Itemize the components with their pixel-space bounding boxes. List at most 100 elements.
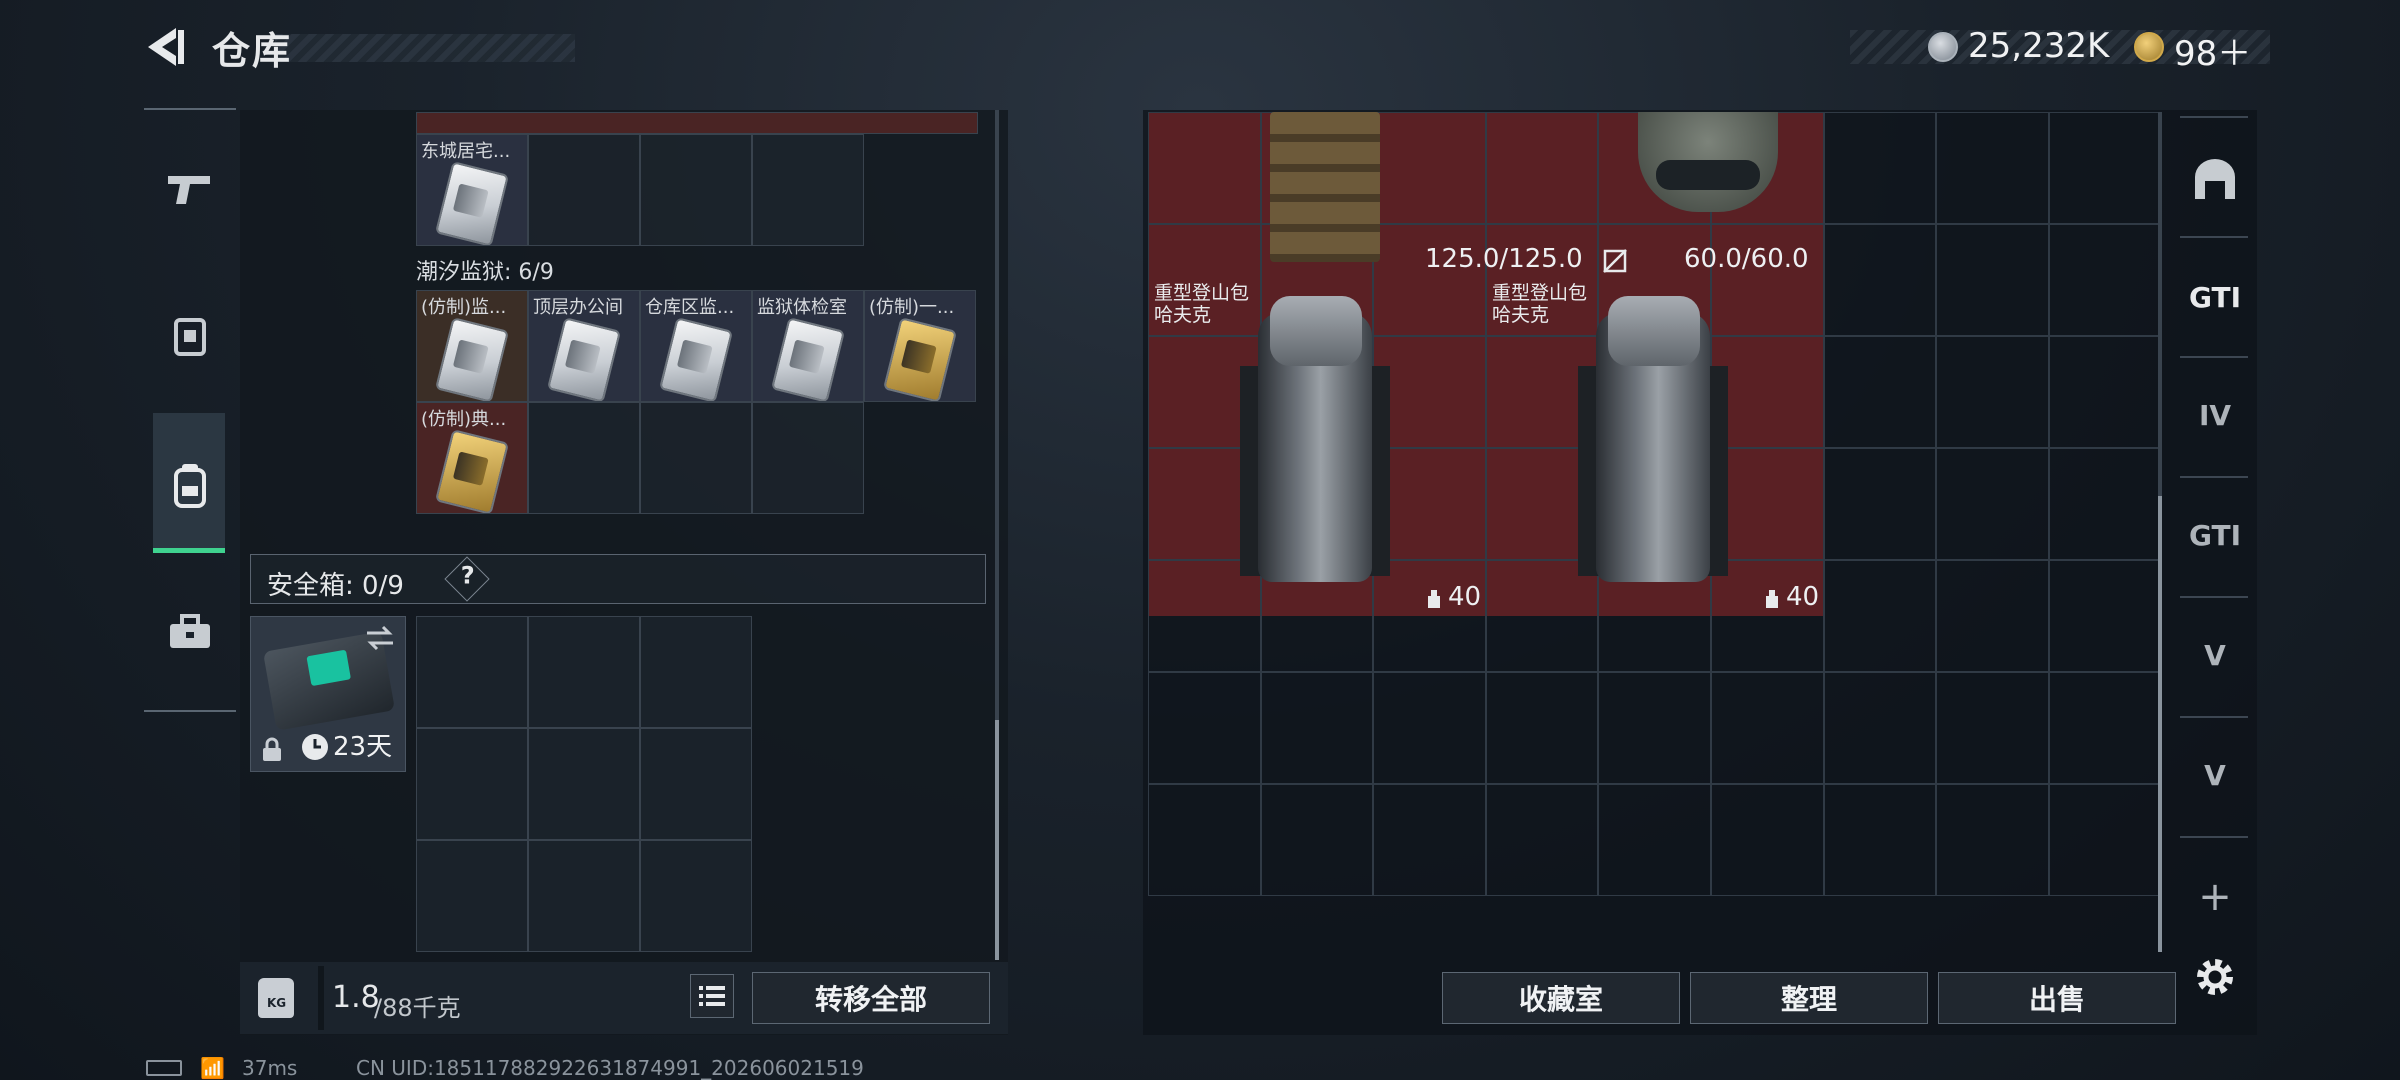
keycard-item[interactable]: (仿制)监... <box>416 290 528 402</box>
stash-slot[interactable] <box>1485 672 1599 784</box>
stash-slot[interactable] <box>1936 112 2049 224</box>
stash-slot[interactable] <box>1823 784 1937 896</box>
stash-slot[interactable] <box>1373 448 1486 560</box>
stash-slot[interactable] <box>1823 112 1937 224</box>
scrollbar-thumb[interactable] <box>995 720 999 960</box>
empty-slot[interactable] <box>528 402 640 514</box>
toolbox-icon[interactable] <box>150 592 230 672</box>
empty-slot[interactable] <box>528 728 640 840</box>
sidebar-item-gti-1[interactable]: GTI <box>2180 262 2250 332</box>
settings-button[interactable] <box>2180 942 2250 1012</box>
stash-slot[interactable] <box>2048 448 2162 560</box>
stash-slot[interactable] <box>2048 560 2162 672</box>
stash-slot[interactable] <box>1936 336 2049 448</box>
stash-slot[interactable] <box>1373 560 1486 672</box>
helmet-item[interactable] <box>1628 112 1792 242</box>
keycard-icon <box>770 317 846 401</box>
gear-vest-icon[interactable] <box>150 296 230 376</box>
stash-slot[interactable] <box>1823 448 1937 560</box>
stash-slot[interactable] <box>1485 112 1599 224</box>
sell-button[interactable]: 出售 <box>1938 972 2176 1024</box>
stash-slot[interactable] <box>1936 560 2049 672</box>
sidebar-item-iv[interactable]: IV <box>2180 380 2250 450</box>
empty-slot[interactable] <box>640 840 752 952</box>
sidebar-item-gti-2[interactable]: GTI <box>2180 500 2250 570</box>
safe-box-label: 安全箱: 0/9 <box>267 571 404 601</box>
stash-slot[interactable] <box>1936 672 2049 784</box>
empty-slot[interactable] <box>752 402 864 514</box>
stash-slot[interactable] <box>1823 336 1937 448</box>
help-button[interactable]: ? <box>444 556 490 602</box>
empty-slot[interactable] <box>640 728 752 840</box>
stash-slot[interactable] <box>1485 784 1599 896</box>
keycard-item[interactable]: 监狱体检室 <box>752 290 864 402</box>
sidebar-item-v-1[interactable]: V <box>2180 620 2250 690</box>
empty-slot[interactable] <box>416 728 528 840</box>
stash-slot[interactable] <box>2048 672 2162 784</box>
stash-slot[interactable] <box>2048 784 2162 896</box>
sidebar-item-v-2[interactable]: V <box>2180 740 2250 810</box>
silver-currency-amount: 25,232K <box>1968 26 2110 66</box>
keycard-item[interactable]: 东城居宅... <box>416 134 528 246</box>
empty-slot[interactable] <box>640 616 752 728</box>
stash-slot[interactable] <box>1936 784 2049 896</box>
stash-slot[interactable] <box>1598 672 1711 784</box>
stash-arch-icon <box>2195 159 2235 199</box>
keycard-icon <box>434 429 510 513</box>
empty-slot[interactable] <box>528 616 640 728</box>
keycard-item[interactable]: (仿制)典... <box>416 402 528 514</box>
sidebar-item-stash[interactable] <box>2180 144 2250 214</box>
stash-slot[interactable] <box>1823 560 1937 672</box>
title-decoration <box>275 34 575 62</box>
keycard-item[interactable]: 顶层办公间 <box>528 290 640 402</box>
list-view-button[interactable] <box>690 974 734 1018</box>
empty-slot[interactable] <box>416 616 528 728</box>
stash-slot[interactable] <box>1260 672 1374 784</box>
stash-slot[interactable] <box>1823 672 1937 784</box>
stash-slot[interactable] <box>2048 336 2162 448</box>
keycard-item[interactable]: 仓库区监... <box>640 290 752 402</box>
swap-icon[interactable] <box>363 625 397 651</box>
stash-slot[interactable] <box>1711 672 1824 784</box>
organize-button[interactable]: 整理 <box>1690 972 1928 1024</box>
backpack-item[interactable] <box>1240 296 1390 596</box>
gold-currency-amount[interactable]: 98＋ <box>2174 26 2251 75</box>
stash-slot[interactable] <box>1936 448 2049 560</box>
stash-slot[interactable] <box>2048 112 2162 224</box>
stash-slot[interactable] <box>1373 672 1486 784</box>
collection-room-button[interactable]: 收藏室 <box>1442 972 1680 1024</box>
item-label: 仓库区监... <box>645 297 735 318</box>
empty-slot[interactable] <box>528 840 640 952</box>
stash-slot[interactable] <box>1148 784 1261 896</box>
stash-slot[interactable] <box>1148 112 1261 224</box>
armor-item[interactable] <box>1270 112 1380 262</box>
empty-slot[interactable] <box>416 840 528 952</box>
empty-slot[interactable] <box>528 134 640 246</box>
keycard-item[interactable]: (仿制)一... <box>864 290 976 402</box>
add-stash-button[interactable]: + <box>2180 862 2250 932</box>
scrollbar-thumb[interactable] <box>2158 496 2162 952</box>
empty-slot[interactable] <box>640 402 752 514</box>
stash-slot[interactable] <box>1260 784 1374 896</box>
stash-slot[interactable] <box>1373 336 1486 448</box>
weight-current: 1.8 <box>332 980 380 1015</box>
sidebar-divider <box>2180 236 2248 238</box>
back-button[interactable] <box>140 22 190 72</box>
stash-slot[interactable] <box>2048 224 2162 336</box>
stash-slot[interactable] <box>1373 224 1486 336</box>
stash-slot[interactable] <box>1373 112 1486 224</box>
stash-slot[interactable] <box>1373 784 1486 896</box>
stash-slot[interactable] <box>1598 784 1711 896</box>
weapon-pistol-icon[interactable] <box>150 150 230 230</box>
stash-slot[interactable] <box>1148 672 1261 784</box>
stash-slot[interactable] <box>1711 784 1824 896</box>
backpack-icon[interactable] <box>150 446 230 526</box>
empty-slot[interactable] <box>640 134 752 246</box>
stash-slot[interactable] <box>1936 224 2049 336</box>
empty-slot[interactable] <box>752 134 864 246</box>
backpack-item[interactable] <box>1578 296 1728 596</box>
stash-slot[interactable] <box>1823 224 1937 336</box>
safe-box-item[interactable]: 23天 <box>250 616 406 772</box>
keycard-icon <box>434 161 510 245</box>
transfer-all-button[interactable]: 转移全部 <box>752 972 990 1024</box>
